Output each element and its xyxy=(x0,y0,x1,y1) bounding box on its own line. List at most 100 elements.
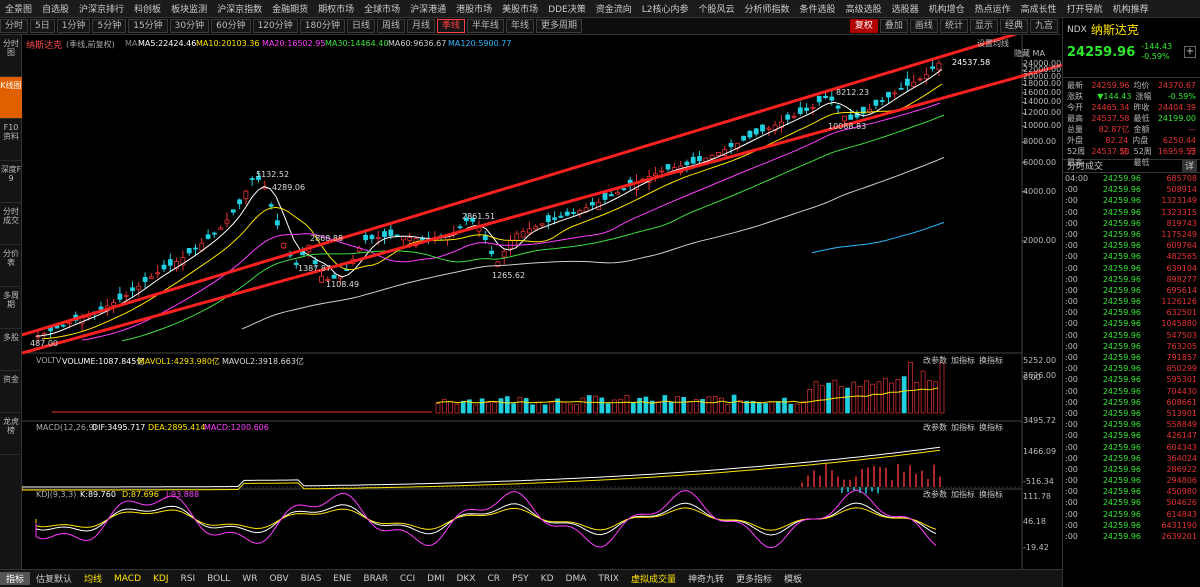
indicator-tab[interactable]: BIAS xyxy=(295,574,328,584)
trade-row[interactable]: :00 24259.96 604343 xyxy=(1063,442,1200,453)
top-menu-item[interactable]: 沪深京排行 xyxy=(74,2,129,15)
top-menu-item[interactable]: 期权市场 xyxy=(313,2,359,15)
timeframe-tab[interactable]: 5日 xyxy=(30,19,55,33)
top-menu-item[interactable]: 高成长性 xyxy=(1016,2,1062,15)
top-menu-item[interactable]: 分析师指数 xyxy=(740,2,795,15)
chart-tool-button[interactable]: 画线 xyxy=(909,19,938,33)
indicator-tab[interactable]: DKX xyxy=(450,574,481,584)
top-menu-item[interactable]: 全球市场 xyxy=(359,2,405,15)
indicator-tab[interactable]: ENE xyxy=(327,574,357,584)
trade-row[interactable]: :00 24259.96 639104 xyxy=(1063,263,1200,274)
trade-row[interactable]: :00 24259.96 547503 xyxy=(1063,330,1200,341)
timeframe-tab[interactable]: 120分钟 xyxy=(252,19,298,33)
indicator-tab[interactable]: PSY xyxy=(506,574,535,584)
timeframe-tab[interactable]: 30分钟 xyxy=(169,19,210,33)
left-nav-item[interactable]: 分时图 xyxy=(0,35,22,77)
top-menu-item[interactable]: 资金流向 xyxy=(591,2,637,15)
indicator-tab[interactable]: 估复默认 xyxy=(30,572,78,585)
panel-control[interactable]: 加指标 xyxy=(951,355,975,366)
trade-list[interactable]: 04:00 24259.96 685708:00 24259.96 508914 :00 2… xyxy=(1063,173,1200,542)
indicator-tab[interactable]: 均线 xyxy=(78,572,108,585)
top-menu-item[interactable]: 个股风云 xyxy=(694,2,740,15)
indicator-tab[interactable]: TRIX xyxy=(592,574,625,584)
trade-row[interactable]: :00 24259.96 1323315 xyxy=(1063,207,1200,218)
top-menu-item[interactable]: 选股器 xyxy=(887,2,924,15)
timeframe-tab[interactable]: 日线 xyxy=(346,19,375,33)
indicator-tab[interactable]: CR xyxy=(481,574,506,584)
trade-row[interactable]: :00 24259.96 850299 xyxy=(1063,363,1200,374)
left-nav-item[interactable]: 分时成交 xyxy=(0,203,22,245)
panel-control[interactable]: 换指标 xyxy=(979,422,1003,433)
trade-row[interactable]: 04:00 24259.96 685708 xyxy=(1063,173,1200,184)
panel-control[interactable]: 改参数 xyxy=(923,355,947,366)
chart-tool-button[interactable]: 显示 xyxy=(969,19,998,33)
panel-control[interactable]: 改参数 xyxy=(923,489,947,500)
top-menu-item[interactable]: 沪深港通 xyxy=(405,2,451,15)
indicator-tab[interactable]: 神奇九转 xyxy=(682,572,730,585)
top-menu-item[interactable]: 全景图 xyxy=(0,2,37,15)
trade-row[interactable]: :00 24259.96 791857 xyxy=(1063,352,1200,363)
trade-row[interactable]: :00 24259.96 1045880 xyxy=(1063,318,1200,329)
indicator-tab[interactable]: DMI xyxy=(421,574,450,584)
trade-row[interactable]: :00 24259.96 609764 xyxy=(1063,240,1200,251)
top-menu-item[interactable]: 机构增仓 xyxy=(924,2,970,15)
indicator-tab[interactable]: 虚拟成交量 xyxy=(625,572,682,585)
left-nav-item[interactable]: 深度F9 xyxy=(0,161,22,203)
left-nav-item[interactable]: 资金 xyxy=(0,371,22,413)
trade-row[interactable]: :00 24259.96 426147 xyxy=(1063,430,1200,441)
indicator-tab[interactable]: DMA xyxy=(560,574,593,584)
trade-row[interactable]: :00 24259.96 2639201 xyxy=(1063,531,1200,542)
timeframe-tab[interactable]: 季线 xyxy=(437,19,466,33)
chart-tool-button[interactable]: 经典 xyxy=(999,19,1028,33)
indicator-tab[interactable]: RSI xyxy=(175,574,202,584)
indicator-tab[interactable]: WR xyxy=(236,574,263,584)
top-menu-item[interactable]: 港股市场 xyxy=(451,2,497,15)
top-menu-item[interactable]: 科创板 xyxy=(129,2,166,15)
chart-tool-button[interactable]: 叠加 xyxy=(879,19,908,33)
timeframe-tab[interactable]: 5分钟 xyxy=(92,19,127,33)
timeframe-tab[interactable]: 月线 xyxy=(406,19,435,33)
left-nav-item[interactable]: K线图 xyxy=(0,77,22,119)
trade-row[interactable]: :00 24259.96 482565 xyxy=(1063,251,1200,262)
indicator-tab[interactable]: 更多指标 xyxy=(730,572,778,585)
top-menu-item[interactable]: 美股市场 xyxy=(497,2,543,15)
trade-row[interactable]: :00 24259.96 364024 xyxy=(1063,453,1200,464)
add-watchlist-icon[interactable]: + xyxy=(1184,46,1196,58)
trade-detail-button[interactable]: 详 xyxy=(1181,160,1197,172)
top-menu-item[interactable]: 板块监测 xyxy=(166,2,212,15)
panel-control[interactable]: 加指标 xyxy=(951,489,975,500)
indicator-tab[interactable]: MACD xyxy=(108,574,147,584)
timeframe-tab[interactable]: 1分钟 xyxy=(56,19,91,33)
panel-control[interactable]: 加指标 xyxy=(951,422,975,433)
trade-row[interactable]: :00 24259.96 695614 xyxy=(1063,285,1200,296)
indicator-tab[interactable]: BRAR xyxy=(357,574,393,584)
trade-row[interactable]: :00 24259.96 450980 xyxy=(1063,486,1200,497)
trade-row[interactable]: :00 24259.96 614843 xyxy=(1063,509,1200,520)
timeframe-tab[interactable]: 更多周期 xyxy=(536,19,583,33)
top-menu-item[interactable]: L2核心内参 xyxy=(637,2,694,15)
trade-row[interactable]: :00 24259.96 286922 xyxy=(1063,464,1200,475)
trade-row[interactable]: :00 24259.96 704430 xyxy=(1063,386,1200,397)
trade-row[interactable]: :00 24259.96 504626 xyxy=(1063,497,1200,508)
timeframe-tab[interactable]: 半年线 xyxy=(467,19,505,33)
trade-row[interactable]: :00 24259.96 608661 xyxy=(1063,397,1200,408)
trade-row[interactable]: :00 24259.96 1175249 xyxy=(1063,229,1200,240)
kline-chart-svg[interactable] xyxy=(22,35,1062,569)
trade-row[interactable]: :00 24259.96 763205 xyxy=(1063,341,1200,352)
trade-row[interactable]: :00 24259.96 595301 xyxy=(1063,374,1200,385)
trade-row[interactable]: :00 24259.96 1126126 xyxy=(1063,296,1200,307)
top-menu-item[interactable]: 金融期货 xyxy=(267,2,313,15)
trade-row[interactable]: :00 24259.96 508914 xyxy=(1063,184,1200,195)
indicator-tab[interactable]: BOLL xyxy=(201,574,236,584)
timeframe-tab[interactable]: 年线 xyxy=(506,19,535,33)
indicator-tab[interactable]: KD xyxy=(535,574,560,584)
timeframe-tab[interactable]: 周线 xyxy=(376,19,405,33)
panel-control[interactable]: 换指标 xyxy=(979,355,1003,366)
trade-row[interactable]: :00 24259.96 632501 xyxy=(1063,307,1200,318)
indicator-tab[interactable]: 模板 xyxy=(778,572,808,585)
trade-row[interactable]: :00 24259.96 819743 xyxy=(1063,218,1200,229)
timeframe-tab[interactable]: 15分钟 xyxy=(128,19,168,33)
settings-ma-link[interactable]: 设置均线 xyxy=(977,38,1009,49)
indicator-tab[interactable]: 指标 xyxy=(0,572,31,585)
top-menu-item[interactable]: 条件选股 xyxy=(795,2,841,15)
